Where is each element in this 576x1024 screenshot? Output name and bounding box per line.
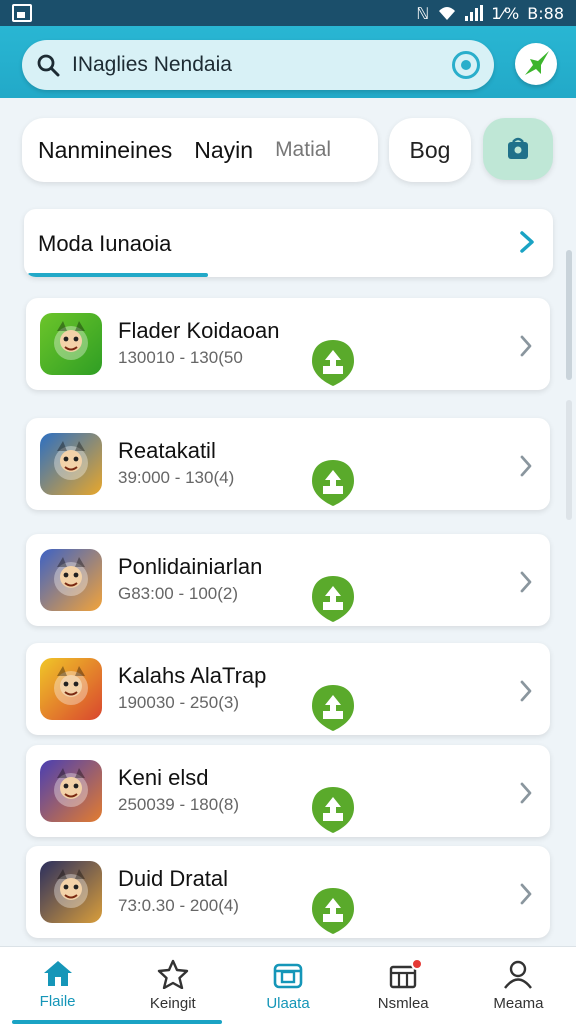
bag-icon — [508, 137, 528, 159]
chevron-right-icon — [520, 335, 532, 357]
install-button[interactable] — [310, 785, 356, 835]
clock: B:88 — [527, 3, 564, 23]
app-list-item[interactable]: Ponlidainiarlan G83:00 - 100(2) — [26, 534, 550, 626]
install-button[interactable] — [310, 886, 356, 936]
filter-chip[interactable]: Nanmineines — [38, 137, 172, 164]
install-button[interactable] — [310, 574, 356, 624]
nav-label: Nsmlea — [377, 995, 429, 1012]
section-progress — [24, 273, 553, 277]
nav-item-home[interactable]: Flaile — [0, 947, 115, 1024]
download-icon — [312, 460, 354, 506]
scrollbar[interactable] — [566, 250, 572, 380]
app-list-item[interactable]: Flader Koidaoan 130010 - 130(50 — [26, 298, 550, 390]
app-name: Flader Koidaoan — [118, 318, 280, 343]
app-name: Ponlidainiarlan — [118, 554, 263, 579]
search-icon — [37, 54, 60, 77]
active-tab-indicator — [12, 1020, 222, 1024]
status-bar: ℕ 1⁄% B:88 — [0, 0, 576, 26]
nav-label: Ulaata — [266, 995, 310, 1012]
filter-chip[interactable]: Matial — [275, 138, 331, 162]
app-meta: 130010 - 130(50 — [118, 348, 243, 367]
sun-mascot-icon[interactable] — [40, 313, 102, 375]
chevron-right-icon — [520, 571, 532, 593]
app-header: INaglies Nendaia — [0, 26, 576, 98]
store-icon — [273, 963, 303, 989]
app-name: Duid Dratal — [118, 866, 229, 891]
chevron-right-icon — [520, 883, 532, 905]
nav-label: Flaile — [39, 993, 76, 1010]
install-button[interactable] — [310, 458, 356, 508]
app-list-item[interactable]: Kalahs AlaTrap 190030 - 250(3) — [26, 643, 550, 735]
wifi-icon — [439, 7, 456, 20]
download-icon — [312, 888, 354, 934]
app-meta: G83:00 - 100(2) — [118, 584, 239, 603]
promo-button[interactable] — [515, 43, 557, 85]
chevron-right-icon — [520, 455, 532, 477]
chevron-right-icon — [520, 231, 534, 253]
section-title: Moda Iunaoia — [38, 231, 172, 256]
nav-item-rewards[interactable]: Nsmlea — [346, 947, 461, 1024]
notification-icon — [12, 4, 32, 22]
filter-chips[interactable]: Nanmineines Nayin Matial — [22, 118, 378, 182]
install-button[interactable] — [310, 683, 356, 733]
heroine-portrait-icon[interactable] — [40, 861, 102, 923]
fox-warrior-icon[interactable] — [40, 658, 102, 720]
nav-item-store[interactable]: Ulaata — [230, 947, 345, 1024]
nav-item-favorites[interactable]: Keingit — [115, 947, 230, 1024]
app-meta: 190030 - 250(3) — [118, 693, 239, 712]
scrollbar-track — [566, 400, 572, 520]
notification-badge — [411, 958, 423, 970]
search-bar[interactable]: INaglies Nendaia — [22, 40, 494, 90]
blog-button[interactable]: Bog — [389, 118, 471, 182]
app-name: Keni elsd — [118, 765, 209, 790]
signal-icon — [465, 5, 484, 21]
progress-fill — [28, 273, 208, 277]
search-input[interactable]: INaglies Nendaia — [72, 53, 452, 77]
battery-text: 1⁄% — [491, 3, 520, 23]
app-list-item[interactable]: Reatakatil 39:000 - 130(4) — [26, 418, 550, 510]
bottom-navigation: Flaile Keingit Ulaata Nsmlea Meama — [0, 946, 576, 1024]
nfc-indicator: ℕ — [416, 3, 430, 23]
app-list-item[interactable]: Keni elsd 250039 - 180(8) — [26, 745, 550, 837]
shop-button[interactable] — [483, 118, 553, 180]
nav-label: Meama — [493, 995, 544, 1012]
ninja-cat-icon[interactable] — [40, 549, 102, 611]
app-meta: 39:000 - 130(4) — [118, 468, 235, 487]
chevron-right-icon — [520, 782, 532, 804]
chevron-right-icon — [520, 680, 532, 702]
download-icon — [312, 576, 354, 622]
lens-icon[interactable] — [452, 51, 480, 79]
star-icon — [157, 959, 188, 989]
star-icon — [525, 51, 549, 75]
install-button[interactable] — [310, 338, 356, 388]
goblin-hero-icon[interactable] — [40, 433, 102, 495]
download-icon — [312, 340, 354, 386]
nav-item-profile[interactable]: Meama — [461, 947, 576, 1024]
nav-label: Keingit — [149, 995, 196, 1012]
section-header-card[interactable]: Moda Iunaoia — [24, 209, 553, 277]
filter-chip[interactable]: Nayin — [194, 137, 253, 164]
app-name: Kalahs AlaTrap — [118, 663, 267, 688]
app-meta: 250039 - 180(8) — [118, 795, 239, 814]
download-icon — [312, 787, 354, 833]
wolf-mage-icon[interactable] — [40, 760, 102, 822]
app-list-item[interactable]: Duid Dratal 73:0.30 - 200(4) — [26, 846, 550, 938]
app-meta: 73:0.30 - 200(4) — [118, 896, 239, 915]
profile-icon — [504, 960, 533, 989]
app-name: Reatakatil — [118, 438, 216, 463]
download-icon — [312, 685, 354, 731]
home-icon — [43, 961, 72, 986]
